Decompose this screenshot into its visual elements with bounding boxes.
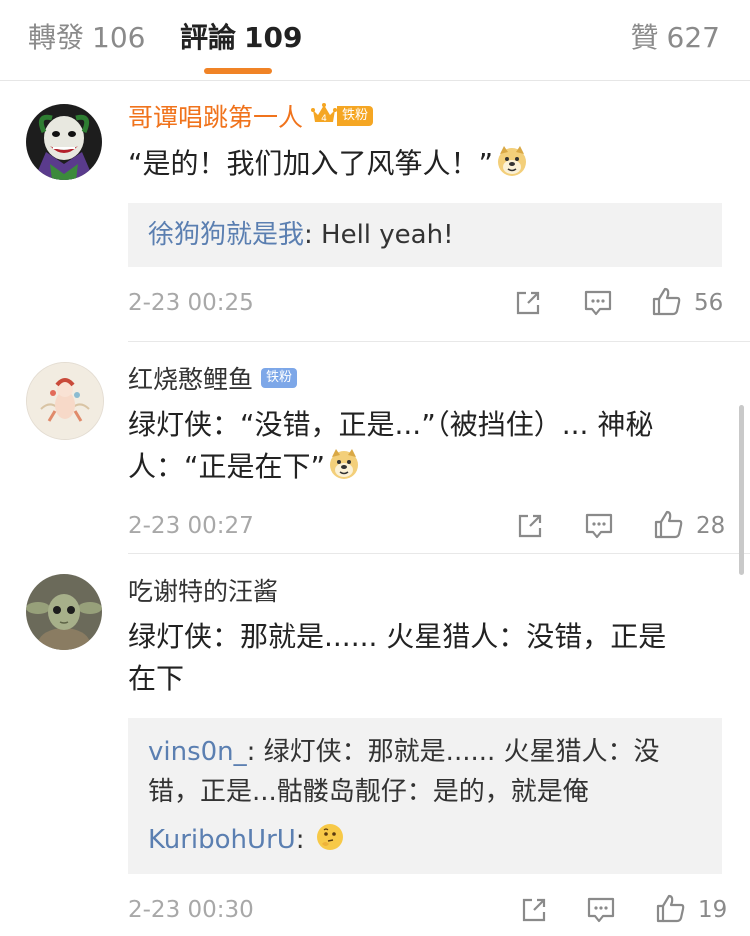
tab-comments-count: 109 [244,21,303,54]
tab-likes-count: 627 [666,21,720,54]
timestamp: 2-23 00:25 [128,290,254,316]
comment-body: 哥谭唱跳第一人 4 铁粉 “是的！我们加入了风筝人！” 徐狗狗就是我: Hell y… [128,100,724,323]
iron-fan-badge: 铁粉 [337,106,374,126]
tab-reposts-count: 106 [92,21,146,54]
like-count: 28 [696,513,726,539]
comment-text-content: “是的！我们加入了风筝人！” [128,147,494,180]
avatar[interactable] [26,574,102,650]
share-icon[interactable] [516,512,544,540]
reply-username[interactable]: KuribohUrU [148,825,296,855]
thinking-emoji-icon [315,822,345,852]
tab-likes-label: 贊 [630,21,659,54]
reply-line: vins0n_: 绿灯侠：那就是...... 火星猎人：没 [148,732,702,772]
comment-text: “是的！我们加入了风筝人！” [128,143,722,185]
divider [128,553,750,554]
timestamp: 2-23 00:30 [128,897,254,923]
like-count: 56 [694,290,724,316]
comment-meta: 2-23 00:30 19 [128,890,727,930]
comment-text-line: 绿灯侠：那就是...... 火星猎人：没错，正是 [128,620,667,653]
tab-comments[interactable]: 評論 109 [180,18,302,58]
reply-text: : Hell yeah! [304,220,454,250]
comment-icon[interactable] [586,896,616,924]
comment-body: 吃谢特的汪酱 绿灯侠：那就是...... 火星猎人：没错，正是 在下 vins0… [128,574,727,930]
tab-reposts-label: 轉發 [28,21,85,54]
active-tab-indicator [204,68,272,74]
doge-emoji-icon [327,447,361,481]
username[interactable]: 红烧憨鲤鱼 [128,365,253,394]
comment-text-content: 人：“正是在下” [128,450,326,483]
comment-text-line-2: 人：“正是在下” [128,446,722,488]
comment-author[interactable]: 哥谭唱跳第一人 4 铁粉 [128,100,722,137]
comment-text: 绿灯侠：那就是...... 火星猎人：没错，正是 在下 [128,616,722,700]
comment-text-line: 绿灯侠：“没错，正是...”（被挡住）... 神秘 [128,408,654,441]
avatar[interactable] [26,104,102,180]
reply-line: KuribohUrU: [148,820,702,860]
reply-box[interactable]: vins0n_: 绿灯侠：那就是...... 火星猎人：没 错，正是...骷髅岛… [128,718,722,874]
tab-reposts[interactable]: 轉發 106 [28,18,145,58]
avatar[interactable] [26,362,104,440]
scrollbar[interactable] [739,405,744,575]
share-icon[interactable] [520,896,548,924]
thumbs-up-icon[interactable] [650,285,682,317]
comment-body: 红烧憨鲤鱼 铁粉 绿灯侠：“没错，正是...”（被挡住）... 神秘 人：“正是在… [128,362,726,546]
timestamp: 2-23 00:27 [128,513,254,539]
comment-author[interactable]: 吃谢特的汪酱 [128,574,722,610]
crown-icon: 4 [311,98,338,134]
comment-text: 绿灯侠：“没错，正是...”（被挡住）... 神秘 人：“正是在下” [128,404,722,488]
username[interactable]: 吃谢特的汪酱 [128,577,278,606]
comment-icon[interactable] [583,289,613,317]
comment-author[interactable]: 红烧憨鲤鱼 铁粉 [128,362,722,398]
svg-text:4: 4 [321,114,327,124]
thumbs-up-icon[interactable] [652,508,684,540]
reply-box[interactable]: 徐狗狗就是我: Hell yeah! [128,203,722,267]
reply-username[interactable]: 徐狗狗就是我 [148,220,304,250]
comment-meta: 2-23 00:27 28 [128,506,726,546]
reply-text: : 绿灯侠：那就是...... 火星猎人：没 [246,737,660,767]
comment-meta: 2-23 00:25 56 [128,283,724,323]
tab-likes[interactable]: 贊 627 [631,18,720,58]
doge-emoji-icon [495,144,529,178]
reply-text-line-2: 错，正是...骷髅岛靓仔：是的，就是俺 [148,777,589,807]
comment-icon[interactable] [584,512,614,540]
share-icon[interactable] [514,289,542,317]
reply-line: 徐狗狗就是我: Hell yeah! [148,215,702,255]
reply-username[interactable]: vins0n_ [148,737,247,767]
thumbs-up-icon[interactable] [654,892,686,924]
like-count: 19 [698,897,728,923]
reply-text: : [295,825,313,855]
tab-comments-label: 評論 [180,21,237,54]
username[interactable]: 哥谭唱跳第一人 [128,103,303,132]
divider [128,341,750,342]
iron-fan-badge: 铁粉 [261,368,298,388]
comment-text-line-2: 在下 [128,662,185,695]
tab-bar: 轉發 106 評論 109 贊 627 [0,0,750,81]
